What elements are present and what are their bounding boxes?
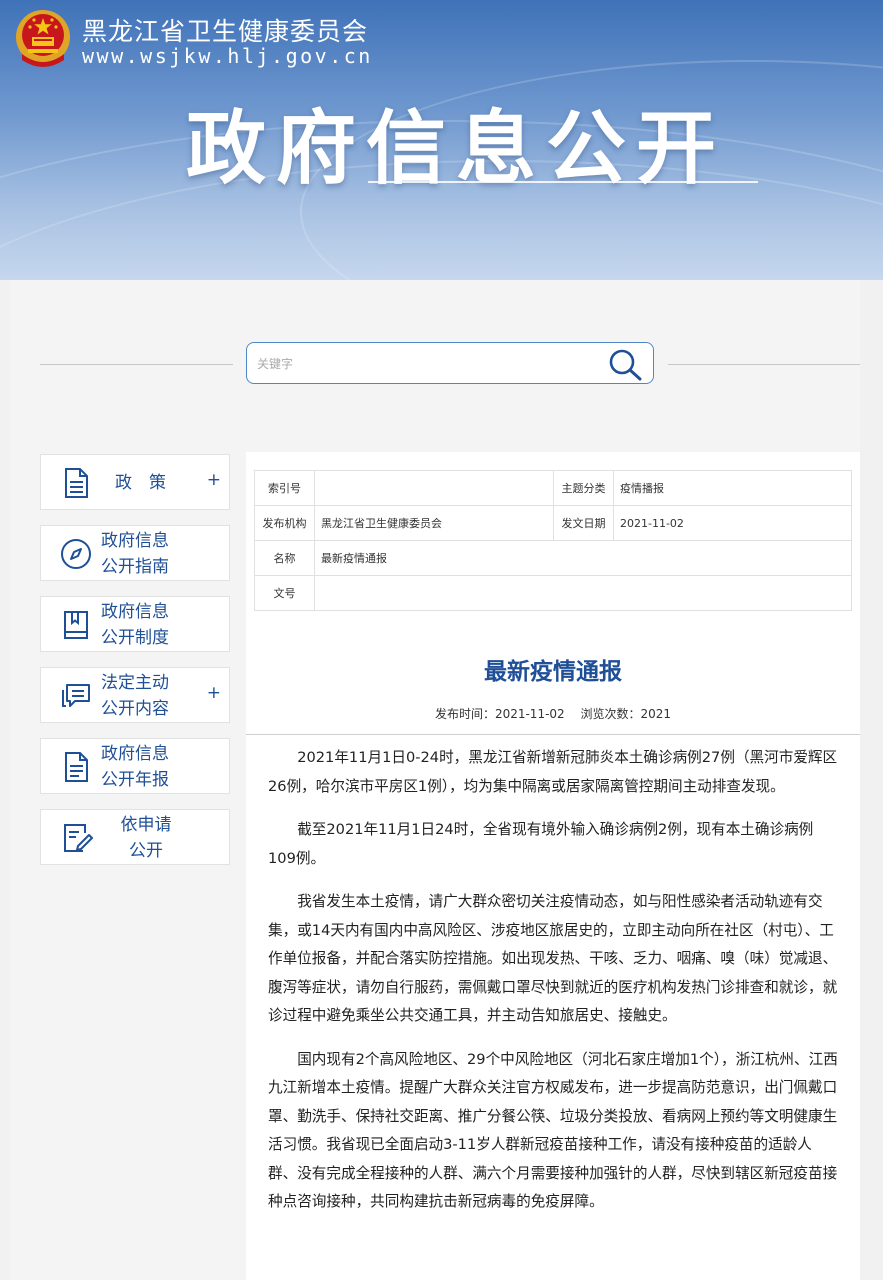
sidebar-item-active-disclosure[interactable]: 法定主动 公开内容 + (40, 667, 230, 723)
sidebar-item-label: 政府信息 (101, 531, 169, 551)
sidebar-item-label: 公开制度 (101, 628, 169, 648)
edit-form-icon (64, 824, 93, 852)
divider-right (668, 364, 860, 365)
meta-label: 发文日期 (553, 505, 614, 541)
sidebar-item-label: 公开内容 (101, 699, 169, 719)
sidebar-item-label: 公开 (129, 841, 163, 861)
sidebar-item-label: 公开年报 (101, 770, 169, 790)
sidebar-item-label: 政府信息 (101, 744, 169, 764)
document-icon (65, 468, 88, 498)
sidebar-item-system[interactable]: 政府信息 公开制度 (40, 596, 230, 652)
table-row: 索引号 主题分类 疫情播报 (254, 470, 852, 506)
meta-label: 名称 (254, 540, 315, 576)
sidebar-item-label: 公开指南 (101, 557, 169, 577)
meta-label: 发布机构 (254, 505, 315, 541)
sidebar-item-label: 政府信息 (101, 602, 169, 622)
sidebar-item-guide[interactable]: 政府信息 公开指南 (40, 525, 230, 581)
article-paragraph: 截至2021年11月1日24时，全省现有境外输入确诊病例2例，现有本土确诊病例1… (268, 821, 814, 867)
table-row: 文号 (254, 575, 852, 611)
header-banner: 黑龙江省卫生健康委员会 www.wsjkw.hlj.gov.cn 政府信息公开 (0, 0, 883, 280)
table-row: 名称 最新疫情通报 (254, 540, 852, 576)
sidebar-item-policy[interactable]: 政 策 + (40, 454, 230, 510)
meta-label: 索引号 (254, 470, 315, 506)
meta-value: 疫情播报 (613, 470, 852, 506)
chat-icon (62, 684, 90, 707)
national-emblem-icon (16, 10, 70, 67)
report-icon (65, 752, 88, 782)
expand-plus-icon[interactable]: + (207, 683, 221, 703)
site-url[interactable]: www.wsjkw.hlj.gov.cn (82, 44, 373, 68)
banner-underline (368, 181, 758, 183)
sidebar-item-label: 法定主动 (101, 673, 169, 693)
sidebar-item-label: 依申请 (120, 815, 172, 835)
meta-value (314, 575, 852, 611)
view-count: 浏览次数：2021 (580, 707, 672, 721)
search-icon[interactable] (607, 347, 643, 381)
document-meta-table: 索引号 主题分类 疫情播报 发布机构 黑龙江省卫生健康委员会 发文日期 2021… (254, 470, 852, 611)
article-title: 最新疫情通报 (484, 659, 622, 685)
meta-value: 最新疫情通报 (314, 540, 852, 576)
sidebar-item-on-request[interactable]: 依申请 公开 (40, 809, 230, 865)
article-paragraph: 我省发生本土疫情，请广大群众密切关注疫情动态，如与阳性感染者活动轨迹有交集，或1… (268, 893, 838, 1024)
meta-value (314, 470, 554, 506)
meta-value: 2021-11-02 (613, 505, 852, 541)
expand-plus-icon[interactable]: + (207, 470, 221, 490)
article-body: 2021年11月1日0-24时，黑龙江省新增新冠肺炎本土确诊病例27例（黑河市爱… (268, 744, 840, 1232)
compass-icon (61, 539, 91, 569)
meta-label: 主题分类 (553, 470, 614, 506)
site-name: 黑龙江省卫生健康委员会 (82, 17, 369, 46)
article-divider (246, 734, 860, 735)
meta-label: 文号 (254, 575, 315, 611)
article-info: 发布时间：2021-11-02 浏览次数：2021 (246, 705, 860, 722)
divider-left (40, 364, 233, 365)
publish-time: 发布时间：2021-11-02 (434, 707, 565, 721)
table-row: 发布机构 黑龙江省卫生健康委员会 发文日期 2021-11-02 (254, 505, 852, 541)
search-box (246, 342, 654, 384)
article-paragraph: 国内现有2个高风险地区、29个中风险地区（河北石家庄增加1个），浙江杭州、江西九… (268, 1050, 838, 1211)
meta-value: 黑龙江省卫生健康委员会 (314, 505, 554, 541)
main-panel: 索引号 主题分类 疫情播报 发布机构 黑龙江省卫生健康委员会 发文日期 2021… (246, 452, 860, 1280)
book-icon (64, 611, 88, 639)
article-paragraph: 2021年11月1日0-24时，黑龙江省新增新冠肺炎本土确诊病例27例（黑河市爱… (268, 749, 838, 795)
sidebar-item-annual-report[interactable]: 政府信息 公开年报 (40, 738, 230, 794)
search-input[interactable] (255, 352, 599, 376)
